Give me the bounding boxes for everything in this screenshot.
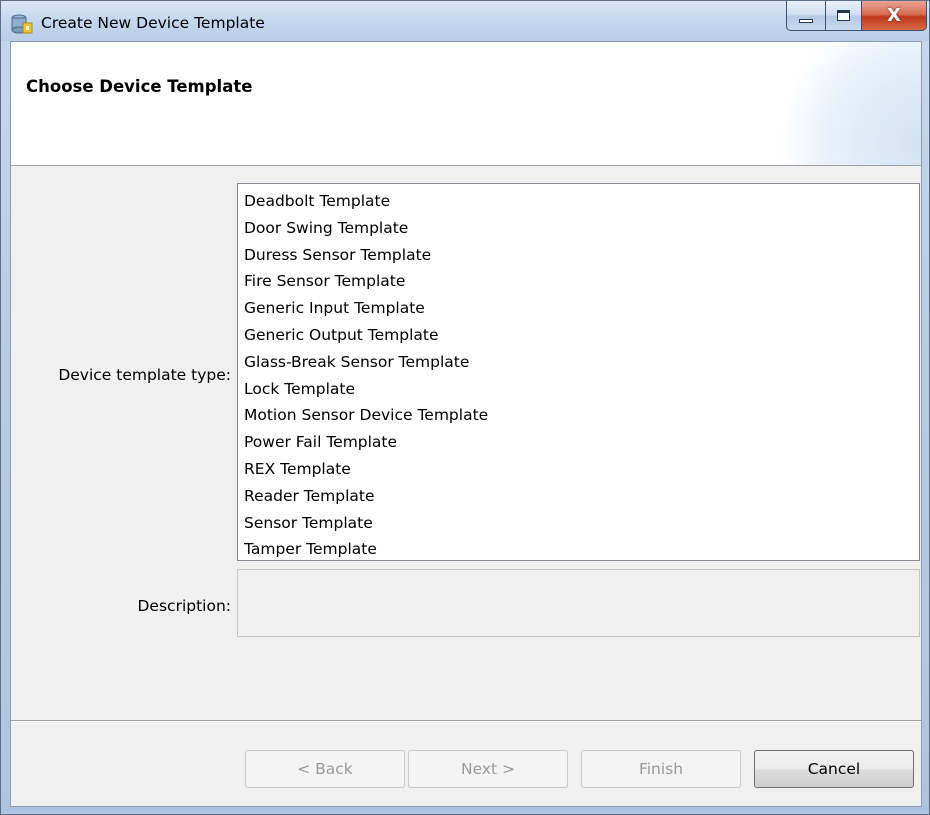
device-template-listbox[interactable]: Deadbolt Template Door Swing Template Dure… xyxy=(237,183,920,561)
minimize-button[interactable] xyxy=(786,1,826,31)
minimize-icon xyxy=(799,18,813,23)
device-template-type-label: Device template type: xyxy=(58,366,231,384)
list-item[interactable]: Motion Sensor Device Template xyxy=(238,402,919,429)
list-item[interactable]: Tamper Template xyxy=(238,536,919,563)
list-item[interactable]: Generic Output Template xyxy=(238,322,919,349)
title-bar[interactable]: Create New Device Template X xyxy=(1,1,929,41)
wizard-header: Choose Device Template xyxy=(11,42,921,166)
close-button[interactable]: X xyxy=(862,1,927,31)
window-controls: X xyxy=(786,1,927,31)
list-item[interactable]: Duress Sensor Template xyxy=(238,242,919,269)
page-title: Choose Device Template xyxy=(26,77,253,96)
list-item[interactable]: Reader Template xyxy=(238,483,919,510)
list-item[interactable]: Sensor Template xyxy=(238,510,919,537)
list-item[interactable]: Lock Template xyxy=(238,376,919,403)
wizard-client-area: Choose Device Template Device template t… xyxy=(10,41,922,807)
list-item[interactable]: REX Template xyxy=(238,456,919,483)
list-item[interactable]: Deadbolt Template xyxy=(238,188,919,215)
maximize-icon xyxy=(837,10,850,21)
next-button[interactable]: Next > xyxy=(408,750,568,788)
list-item[interactable]: Power Fail Template xyxy=(238,429,919,456)
footer-divider xyxy=(11,720,921,722)
description-field xyxy=(237,569,920,637)
window-title: Create New Device Template xyxy=(41,14,265,32)
dialog-window: Create New Device Template X Choose Devi… xyxy=(0,0,930,815)
app-icon xyxy=(11,14,33,34)
header-decoration xyxy=(761,42,921,165)
maximize-button[interactable] xyxy=(826,1,862,31)
cancel-button[interactable]: Cancel xyxy=(754,750,914,788)
close-icon: X xyxy=(887,5,901,26)
list-item[interactable]: Door Swing Template xyxy=(238,215,919,242)
finish-button[interactable]: Finish xyxy=(581,750,741,788)
description-label: Description: xyxy=(137,597,232,615)
list-item[interactable]: Glass-Break Sensor Template xyxy=(238,349,919,376)
list-item[interactable]: Generic Input Template xyxy=(238,295,919,322)
list-item[interactable]: Fire Sensor Template xyxy=(238,268,919,295)
back-button[interactable]: < Back xyxy=(245,750,405,788)
